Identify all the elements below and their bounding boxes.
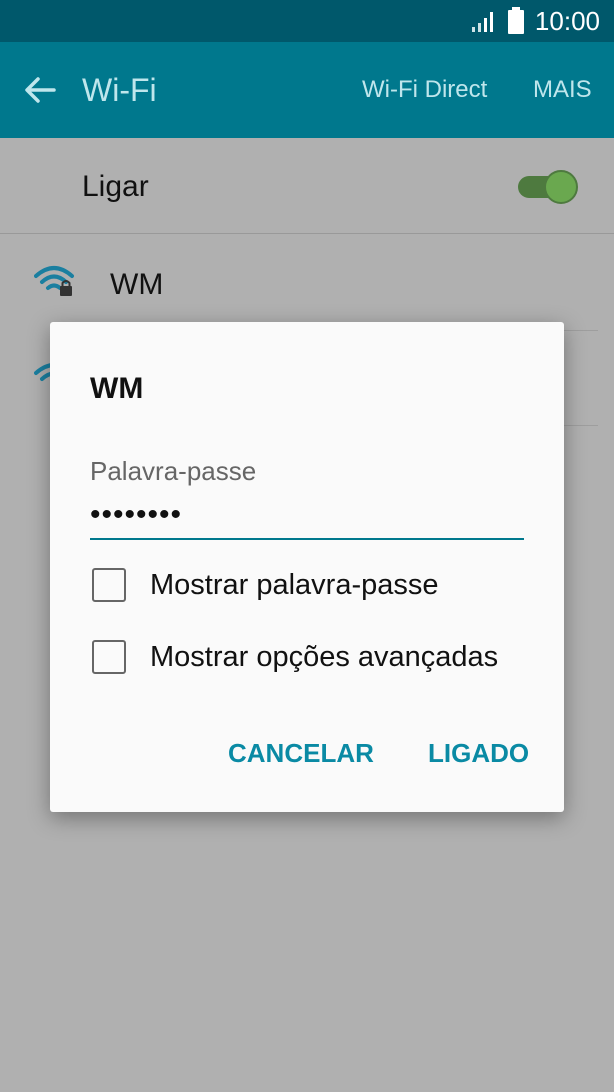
battery-icon bbox=[507, 7, 524, 34]
page-title: Wi-Fi bbox=[82, 72, 157, 108]
dialog-title: WM bbox=[90, 372, 144, 405]
signal-icon bbox=[471, 12, 493, 32]
more-button[interactable]: MAIS bbox=[533, 76, 592, 104]
status-time: 10:00 bbox=[534, 5, 600, 36]
connect-button[interactable]: LIGADO bbox=[428, 738, 529, 769]
show-password-checkbox[interactable] bbox=[92, 568, 126, 602]
toggle-knob bbox=[544, 170, 578, 204]
show-advanced-label: Mostrar opções avançadas bbox=[150, 641, 499, 673]
show-advanced-checkbox[interactable] bbox=[92, 640, 126, 674]
status-bar: 10:00 bbox=[0, 0, 614, 42]
status-icons: 10:00 bbox=[471, 6, 600, 36]
wifi-direct-button[interactable]: Wi-Fi Direct bbox=[362, 76, 487, 104]
network-item[interactable]: WM bbox=[0, 234, 614, 330]
back-arrow-icon[interactable] bbox=[22, 72, 58, 108]
show-advanced-option[interactable]: Mostrar opções avançadas bbox=[90, 638, 530, 678]
show-password-label: Mostrar palavra-passe bbox=[150, 569, 439, 601]
cancel-button[interactable]: CANCELAR bbox=[228, 738, 374, 769]
wifi-secured-icon bbox=[34, 266, 74, 296]
password-field[interactable] bbox=[90, 492, 524, 540]
show-password-option[interactable]: Mostrar palavra-passe bbox=[90, 566, 530, 606]
wifi-toggle-switch[interactable] bbox=[518, 170, 580, 204]
network-name: WM bbox=[110, 268, 164, 301]
wifi-toggle-row[interactable]: Ligar bbox=[0, 138, 614, 234]
wifi-toggle-label: Ligar bbox=[82, 170, 149, 203]
wifi-password-dialog: WM Palavra-passe Mostrar palavra-passe M… bbox=[50, 322, 564, 812]
password-label: Palavra-passe bbox=[90, 456, 257, 486]
app-bar: Wi-Fi Wi-Fi Direct MAIS bbox=[0, 42, 614, 138]
